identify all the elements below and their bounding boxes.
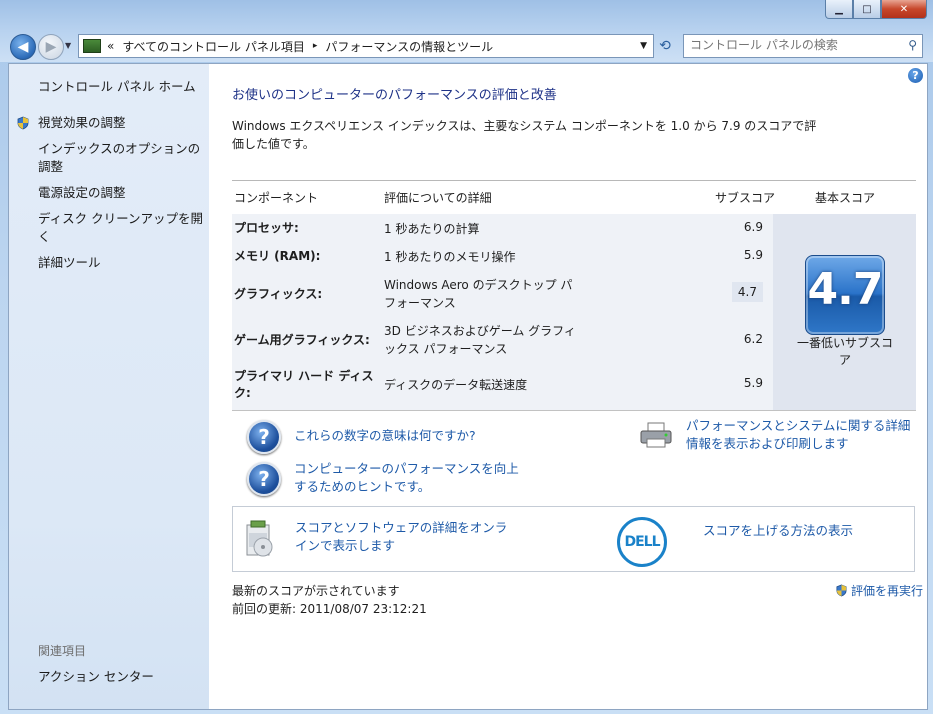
search-input[interactable] bbox=[684, 35, 901, 55]
print-details-link[interactable]: パフォーマンスとシステムに関する詳細情報を表示および印刷します bbox=[686, 417, 918, 453]
row-subscore: 6.9 bbox=[743, 220, 763, 234]
page-title: お使いのコンピューターのパフォーマンスの評価と改善 bbox=[232, 88, 557, 103]
row-details: 1 秒あたりのメモリ操作 bbox=[384, 250, 516, 264]
address-dropdown-icon[interactable]: ▼ bbox=[640, 41, 647, 51]
sidebar-advanced-tools[interactable]: 詳細ツール bbox=[38, 254, 204, 272]
online-panel: スコアとソフトウェアの詳細をオンラインで表示します DELL スコアを上げる方法… bbox=[232, 506, 915, 572]
base-score-tile: 4.7 bbox=[805, 255, 885, 335]
shield-icon bbox=[836, 584, 847, 597]
base-score-label: 一番低いサブスコア bbox=[796, 336, 893, 367]
shield-icon bbox=[17, 116, 29, 130]
sidebar-indexing-options[interactable]: インデックスのオプションの調整 bbox=[38, 140, 204, 176]
sidebar-disk-cleanup[interactable]: ディスク クリーンアップを開く bbox=[38, 210, 204, 246]
row-component: グラフィックス: bbox=[234, 287, 323, 301]
maximize-button[interactable]: □ bbox=[853, 0, 881, 19]
table-row: プライマリ ハード ディスク: ディスクのデータ転送速度 5.9 bbox=[232, 368, 773, 408]
table-header: コンポーネント 評価についての詳細 サブスコア 基本スコア bbox=[232, 180, 916, 215]
row-subscore: 5.9 bbox=[743, 248, 763, 262]
table-bottom-border bbox=[232, 410, 916, 411]
address-bar[interactable]: « すべてのコントロール パネル項目 ▸ パフォーマンスの情報とツール ▼ bbox=[78, 34, 654, 58]
row-component: ゲーム用グラフィックス: bbox=[234, 333, 370, 347]
window-controls: ▁ □ ✕ bbox=[825, 0, 927, 20]
close-button[interactable]: ✕ bbox=[881, 0, 927, 19]
header-basescore: 基本スコア bbox=[815, 191, 876, 205]
search-box[interactable]: ⚲ bbox=[683, 34, 923, 58]
sidebar-home-link[interactable]: コントロール パネル ホーム bbox=[38, 78, 204, 96]
dell-logo: DELL bbox=[617, 517, 667, 567]
question-icon: ? bbox=[247, 420, 281, 454]
row-subscore: 5.9 bbox=[743, 376, 763, 390]
software-box-icon bbox=[246, 520, 273, 557]
sidebar-visual-effects[interactable]: 視覚効果の調整 bbox=[38, 114, 204, 132]
row-component: メモリ (RAM): bbox=[234, 249, 321, 263]
row-subscore-lowest: 4.7 bbox=[731, 282, 763, 302]
table-row: ゲーム用グラフィックス: 3D ビジネスおよびゲーム グラフィックス パフォーマ… bbox=[232, 322, 773, 366]
forward-button[interactable]: ▶ bbox=[38, 34, 64, 60]
table-row: グラフィックス: Windows Aero のデスクトップ パフォーマンス 4.… bbox=[232, 276, 773, 320]
printer-icon bbox=[640, 422, 672, 448]
sidebar-power-settings[interactable]: 電源設定の調整 bbox=[38, 184, 204, 202]
page-description: Windows エクスペリエンス インデックスは、主要なシステム コンポーネント… bbox=[232, 119, 817, 151]
status-last-update: 前回の更新: 2011/08/07 23:12:21 bbox=[232, 602, 427, 616]
content-area: コントロール パネル ホーム 視覚効果の調整 インデックスのオプションの調整 電… bbox=[8, 63, 928, 710]
help-icon[interactable]: ? bbox=[908, 68, 923, 83]
sidebar-action-center[interactable]: アクション センター bbox=[38, 668, 204, 686]
control-panel-icon bbox=[83, 39, 101, 53]
refresh-icon[interactable]: ⟲ bbox=[655, 36, 675, 56]
row-component: プロセッサ: bbox=[234, 221, 299, 235]
performance-tips-link[interactable]: コンピューターのパフォーマンスを向上するためのヒントです。 bbox=[294, 460, 519, 496]
minimize-button[interactable]: ▁ bbox=[825, 0, 853, 19]
base-score-value: 4.7 bbox=[807, 264, 884, 315]
window: ▁ □ ✕ ◀ ▶ ▼ « すべてのコントロール パネル項目 ▸ パフォーマンス… bbox=[0, 0, 933, 714]
header-component: コンポーネント bbox=[234, 191, 319, 205]
question-icon: ? bbox=[247, 462, 281, 496]
row-details: 1 秒あたりの計算 bbox=[384, 222, 480, 236]
sidebar: コントロール パネル ホーム 視覚効果の調整 インデックスのオプションの調整 電… bbox=[9, 64, 209, 709]
online-details-link[interactable]: スコアとソフトウェアの詳細をオンラインで表示します bbox=[295, 519, 519, 555]
header-subscore: サブスコア bbox=[715, 191, 776, 205]
improve-score-link[interactable]: スコアを上げる方法の表示 bbox=[703, 522, 853, 540]
header-details: 評価についての詳細 bbox=[384, 191, 492, 205]
search-icon[interactable]: ⚲ bbox=[908, 38, 917, 52]
row-subscore: 6.2 bbox=[743, 332, 763, 346]
rerun-label: 評価を再実行 bbox=[850, 584, 923, 598]
row-component: プライマリ ハード ディスク: bbox=[234, 369, 374, 400]
row-details: ディスクのデータ転送速度 bbox=[384, 378, 528, 392]
status-current: 最新のスコアが示されています bbox=[232, 584, 400, 598]
rerun-assessment-link[interactable]: 評価を再実行 bbox=[835, 582, 923, 599]
breadcrumb-separator[interactable]: ▸ bbox=[313, 41, 318, 51]
address-overflow-chevron[interactable]: « bbox=[107, 39, 114, 53]
breadcrumb-all-items[interactable]: すべてのコントロール パネル項目 bbox=[122, 38, 305, 55]
breadcrumb-performance[interactable]: パフォーマンスの情報とツール bbox=[325, 38, 493, 55]
related-title: 関連項目 bbox=[38, 644, 87, 658]
main-panel: ? お使いのコンピューターのパフォーマンスの評価と改善 Windows エクスペ… bbox=[209, 64, 927, 709]
table-row: プロセッサ: 1 秒あたりの計算 6.9 bbox=[232, 220, 773, 246]
row-details: 3D ビジネスおよびゲーム グラフィックス パフォーマンス bbox=[384, 324, 576, 356]
table-row: メモリ (RAM): 1 秒あたりのメモリ操作 5.9 bbox=[232, 248, 773, 274]
recent-pages-dropdown-icon[interactable]: ▼ bbox=[65, 41, 71, 50]
numbers-meaning-link[interactable]: これらの数字の意味は何ですか? bbox=[294, 427, 476, 445]
row-details: Windows Aero のデスクトップ パフォーマンス bbox=[384, 278, 573, 310]
back-button[interactable]: ◀ bbox=[10, 34, 36, 60]
